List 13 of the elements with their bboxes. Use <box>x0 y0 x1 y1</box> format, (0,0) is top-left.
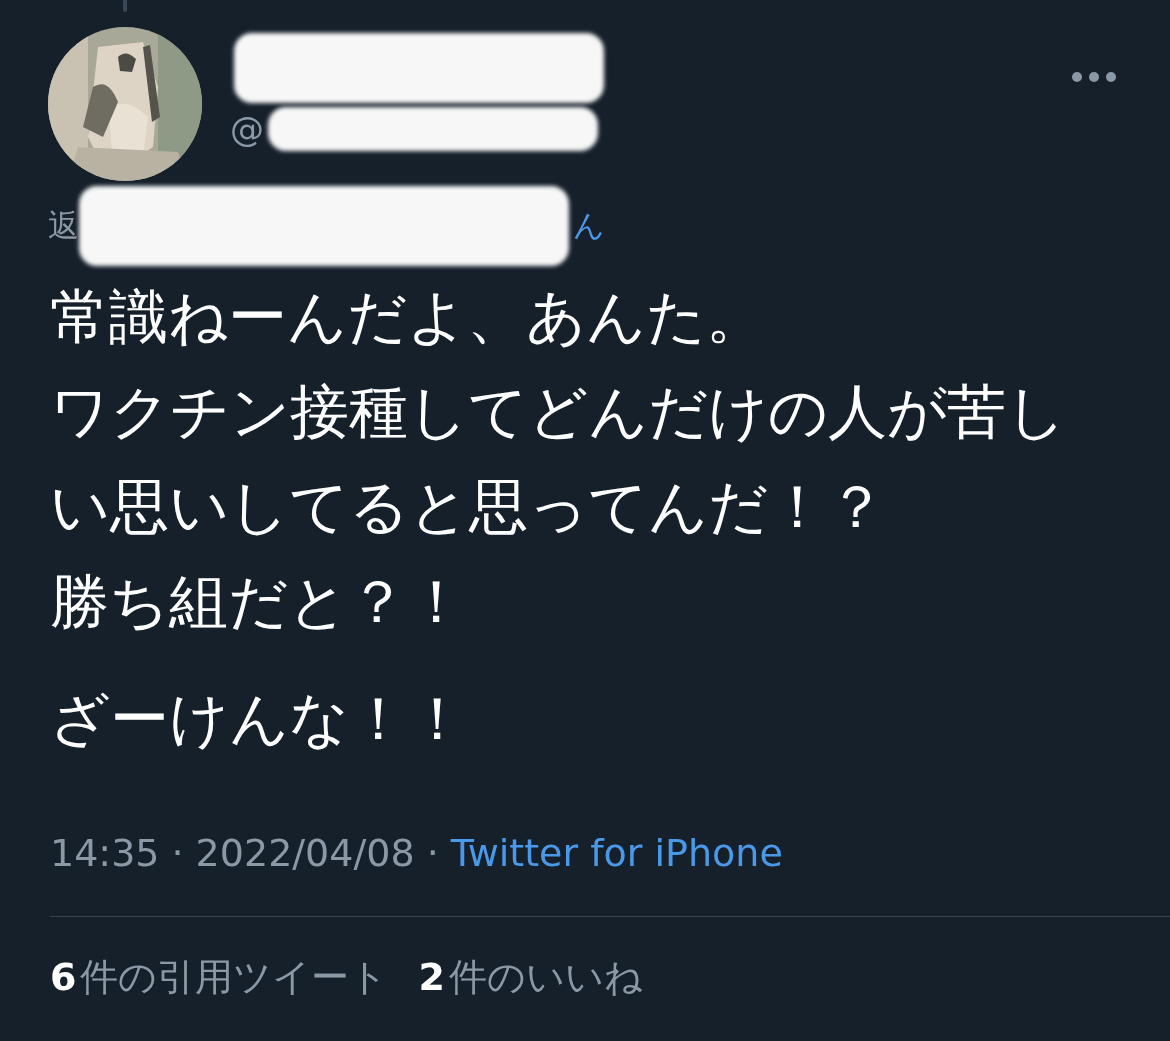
tweet-time: 14:35 <box>50 830 160 877</box>
more-icon[interactable] <box>1072 72 1116 82</box>
tweet-text: 常識ねーんだよ、あんた。 ワクチン接種してどんだけの人が苦しい思いしてると思ってんだ！？ 勝ち組だと？！ <box>50 281 1067 638</box>
separator-dot: · <box>171 830 184 877</box>
stat-link[interactable]: 2件のいいね <box>418 952 643 1002</box>
user-handle: @ <box>230 109 264 149</box>
reply-link[interactable]: ん <box>573 205 605 247</box>
separator-dot: · <box>426 830 439 877</box>
tweet-text: ざーけんな！！ <box>50 683 468 755</box>
stat-link[interactable]: 6件の引用ツイート <box>50 952 389 1002</box>
source-link[interactable]: Twitter for iPhone <box>450 828 783 878</box>
tweet-date: 2022/04/08 <box>195 830 415 877</box>
reply-label: 返 <box>48 206 79 245</box>
